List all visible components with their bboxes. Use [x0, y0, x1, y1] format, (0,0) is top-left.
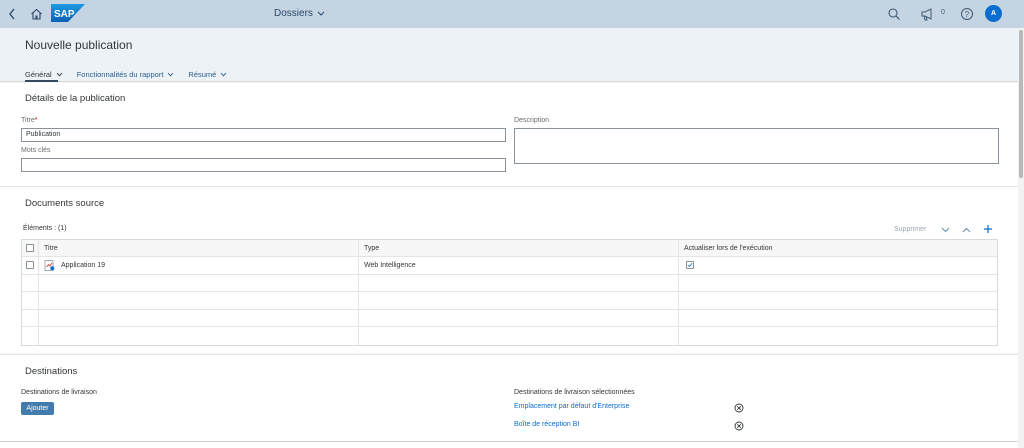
- chevron-down-icon: [167, 70, 174, 79]
- delete-button[interactable]: Supprimer: [894, 226, 926, 233]
- shell-bar: SAP Dossiers 0 ? A: [0, 0, 1024, 28]
- active-tab-indicator: [25, 80, 58, 82]
- keywords-label: Mots clés: [21, 147, 51, 154]
- description-textarea[interactable]: [514, 128, 999, 164]
- select-all-cell: [22, 240, 39, 256]
- details-section-title: Détails de la publication: [25, 93, 126, 104]
- selected-destinations-list: Emplacement par défaut d'Enterprise Boît…: [512, 399, 756, 435]
- shell-title-menu[interactable]: Dossiers: [274, 8, 325, 19]
- column-header-refresh[interactable]: Actualiser lors de l'exécution: [679, 240, 997, 256]
- tab-label: Fonctionnalités du rapport: [76, 69, 164, 79]
- remove-circle-icon[interactable]: [734, 421, 744, 431]
- sap-logo: SAP: [51, 4, 85, 22]
- source-documents-table: Titre Type Actualiser lors de l'exécutio…: [21, 239, 998, 346]
- add-icon[interactable]: [983, 224, 993, 234]
- shell-title: Dossiers: [274, 8, 313, 19]
- back-icon[interactable]: [5, 6, 19, 22]
- svg-text:?: ?: [965, 10, 970, 19]
- keywords-input[interactable]: [21, 158, 506, 172]
- items-count: Éléments : (1): [23, 225, 67, 232]
- notification-count: 0: [941, 9, 945, 16]
- destination-link-bi-inbox[interactable]: Boîte de réception BI: [514, 421, 579, 428]
- search-icon[interactable]: [887, 7, 901, 21]
- chevron-down-icon: [56, 70, 63, 79]
- chevron-down-icon: [220, 70, 227, 79]
- page-title: Nouvelle publication: [25, 38, 133, 52]
- destination-link-enterprise[interactable]: Emplacement par défaut d'Enterprise: [514, 403, 629, 410]
- row-title-cell: Application 19: [39, 257, 359, 274]
- footer-bar: [0, 441, 1018, 448]
- refresh-checkbox[interactable]: [686, 261, 694, 270]
- move-up-icon[interactable]: [961, 225, 971, 235]
- help-icon[interactable]: ?: [960, 7, 974, 21]
- title-label: Titre*: [21, 117, 38, 124]
- delivery-destinations-label: Destinations de livraison: [21, 389, 97, 396]
- table-row-empty: [22, 292, 997, 310]
- checkmark-icon: [687, 263, 693, 268]
- column-header-type[interactable]: Type: [359, 240, 679, 256]
- svg-text:SAP: SAP: [54, 9, 75, 20]
- add-destination-button[interactable]: Ajouter: [21, 402, 54, 415]
- row-select-cell: [22, 257, 39, 274]
- row-type-cell: Web Intelligence: [359, 257, 679, 274]
- chevron-down-icon: [317, 8, 325, 19]
- tab-summary[interactable]: Résumé: [188, 68, 227, 80]
- select-all-checkbox[interactable]: [26, 244, 34, 252]
- source-documents-title: Documents source: [25, 198, 105, 209]
- remove-circle-icon[interactable]: [734, 403, 744, 413]
- column-header-title[interactable]: Titre: [39, 240, 359, 256]
- row-checkbox[interactable]: [26, 261, 34, 270]
- object-header: Nouvelle publication Général Fonctionnal…: [0, 28, 1018, 82]
- home-icon[interactable]: [28, 6, 44, 22]
- table-row[interactable]: Application 19 Web Intelligence: [22, 257, 997, 275]
- selected-destinations-label: Destinations de livraison sélectionnées: [514, 389, 635, 396]
- table-row-empty: [22, 309, 997, 327]
- destinations-title: Destinations: [25, 366, 78, 377]
- user-avatar[interactable]: A: [985, 5, 1002, 22]
- row-refresh-cell: [679, 257, 997, 274]
- table-row-empty: [22, 327, 997, 345]
- megaphone-icon[interactable]: [920, 7, 936, 21]
- required-marker: *: [34, 117, 38, 124]
- table-row-empty: [22, 274, 997, 292]
- move-down-icon[interactable]: [940, 225, 950, 235]
- tab-report-features[interactable]: Fonctionnalités du rapport: [77, 68, 175, 80]
- description-label: Description: [514, 117, 550, 124]
- destinations-section: [0, 355, 1018, 441]
- tab-label: Résumé: [188, 69, 217, 79]
- document-title: Application 19: [61, 261, 105, 269]
- title-input[interactable]: Publication: [21, 128, 506, 142]
- tab-general[interactable]: Général: [25, 68, 63, 80]
- webi-document-icon: [44, 259, 55, 271]
- scrollbar-thumb[interactable]: [1019, 30, 1023, 178]
- anchor-bar: Général Fonctionnalités du rapport Résum…: [25, 68, 241, 80]
- tab-label: Général: [25, 69, 52, 79]
- table-header-row: Titre Type Actualiser lors de l'exécutio…: [22, 240, 997, 257]
